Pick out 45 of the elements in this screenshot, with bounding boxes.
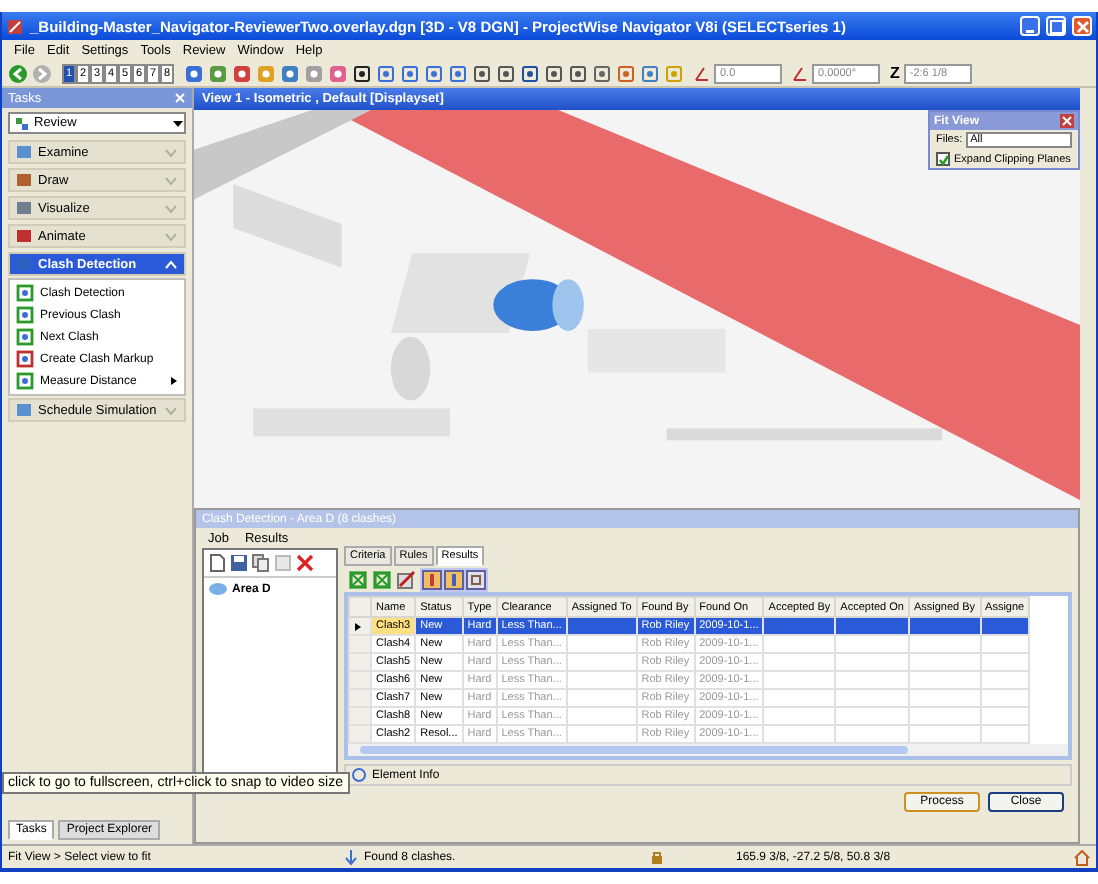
clash-icon[interactable] (348, 569, 368, 589)
app-icon (6, 17, 24, 35)
new-file-icon[interactable] (208, 554, 226, 572)
status-icon (344, 849, 358, 865)
clash-icon[interactable] (372, 569, 392, 589)
maximize-button[interactable] (1046, 16, 1066, 36)
minimize-button[interactable] (1020, 16, 1040, 36)
markup-icon[interactable] (396, 569, 416, 589)
chevron-icon (164, 174, 178, 186)
chevron-icon (164, 146, 178, 158)
clash-icon (16, 350, 34, 368)
chevron-icon (164, 230, 178, 242)
horizontal-scrollbar[interactable] (348, 744, 1068, 756)
clash-icon (16, 284, 34, 302)
back-icon[interactable] (8, 63, 28, 83)
angle-icon (792, 65, 808, 81)
maximize-icon (1049, 19, 1063, 33)
lock-icon (650, 850, 664, 864)
close-icon[interactable] (174, 92, 186, 104)
toggle-icon[interactable] (444, 569, 464, 589)
angle-icon (694, 65, 710, 81)
checkbox[interactable] (936, 152, 950, 166)
z-label: Z (890, 64, 900, 82)
workflow-icon (14, 115, 30, 131)
delete-icon[interactable] (296, 554, 314, 572)
close-icon[interactable] (1060, 114, 1074, 128)
save-icon[interactable] (230, 554, 248, 572)
home-icon[interactable] (1074, 849, 1090, 865)
clash-icon (16, 372, 34, 390)
dropdown-arrow-icon (172, 117, 184, 129)
toggle-icon[interactable] (466, 569, 486, 589)
clash-icon (16, 328, 34, 346)
forward-icon[interactable] (32, 63, 52, 83)
close-icon (1075, 19, 1089, 33)
chevron-icon (164, 202, 178, 214)
clash-icon (16, 306, 34, 324)
checkmark-icon (937, 153, 949, 165)
chevron-icon (164, 404, 178, 416)
area-icon (208, 582, 228, 596)
section-icon (16, 402, 32, 418)
submenu-arrow-icon (170, 376, 178, 386)
toggle-icon[interactable] (422, 569, 442, 589)
chevron-icon (164, 258, 178, 270)
close-button[interactable] (1072, 16, 1092, 36)
row-marker-icon (354, 621, 362, 631)
